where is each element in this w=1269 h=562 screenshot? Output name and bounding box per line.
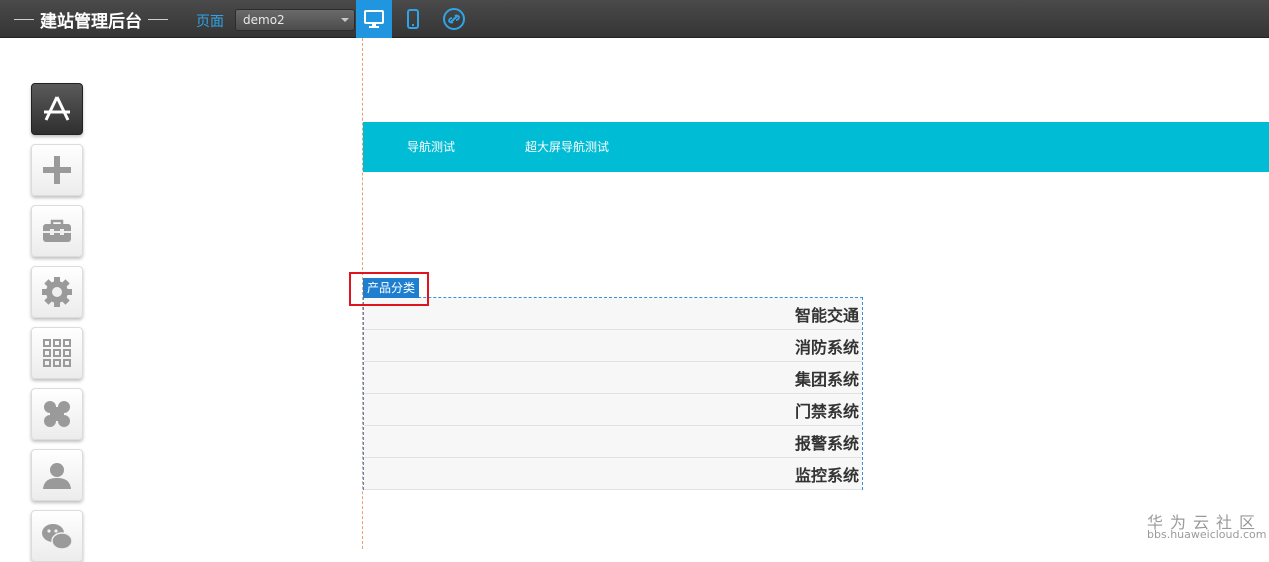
tool-settings[interactable] [31, 266, 83, 318]
title-dash-right [148, 18, 168, 20]
toolbox-icon [43, 219, 71, 242]
category-item[interactable]: 消防系统 [364, 330, 862, 362]
product-category-widget[interactable]: 智能交通 消防系统 集团系统 门禁系统 报警系统 监控系统 [363, 297, 863, 490]
mobile-view-button[interactable] [395, 0, 431, 38]
page-label: 页面 [196, 14, 224, 30]
tool-widgets[interactable] [31, 388, 83, 440]
link-button[interactable] [436, 0, 472, 38]
category-item[interactable]: 报警系统 [364, 426, 862, 458]
monitor-icon [364, 10, 384, 28]
desktop-view-button[interactable] [356, 0, 392, 38]
title-dash-left [14, 18, 34, 20]
chevron-down-icon [341, 18, 349, 22]
canvas-nav-bar: 导航测试 超大屏导航测试 [363, 122, 1269, 172]
wechat-icon [42, 524, 73, 550]
app-title: 建站管理后台 [8, 0, 174, 38]
page-select-value: demo2 [243, 13, 285, 27]
clover-icon [44, 401, 70, 427]
top-bar: 建站管理后台 页面 demo2 [0, 0, 1269, 38]
page-select[interactable]: demo2 [235, 9, 355, 31]
category-item[interactable]: 智能交通 [364, 298, 862, 330]
phone-icon [407, 9, 419, 29]
tool-toolbox[interactable] [31, 205, 83, 257]
app-title-text: 建站管理后台 [40, 11, 142, 32]
gear-icon [42, 277, 72, 307]
tool-user[interactable] [31, 449, 83, 501]
tool-wechat[interactable] [31, 510, 83, 562]
tool-grid[interactable] [31, 327, 83, 379]
user-icon [43, 463, 71, 489]
plus-icon [43, 156, 71, 184]
category-item[interactable]: 监控系统 [364, 458, 862, 490]
watermark-url: bbs.huaweicloud.com [1147, 528, 1267, 541]
grid-icon [43, 339, 71, 367]
tool-add[interactable] [31, 144, 83, 196]
highlight-box [349, 272, 429, 306]
nav-item-test[interactable]: 导航测试 [407, 138, 455, 155]
app-store-icon [44, 96, 70, 121]
nav-item-large-screen-test[interactable]: 超大屏导航测试 [525, 138, 609, 155]
link-icon [443, 8, 465, 30]
category-item[interactable]: 集团系统 [364, 362, 862, 394]
category-item[interactable]: 门禁系统 [364, 394, 862, 426]
tool-app-store[interactable] [31, 83, 83, 135]
